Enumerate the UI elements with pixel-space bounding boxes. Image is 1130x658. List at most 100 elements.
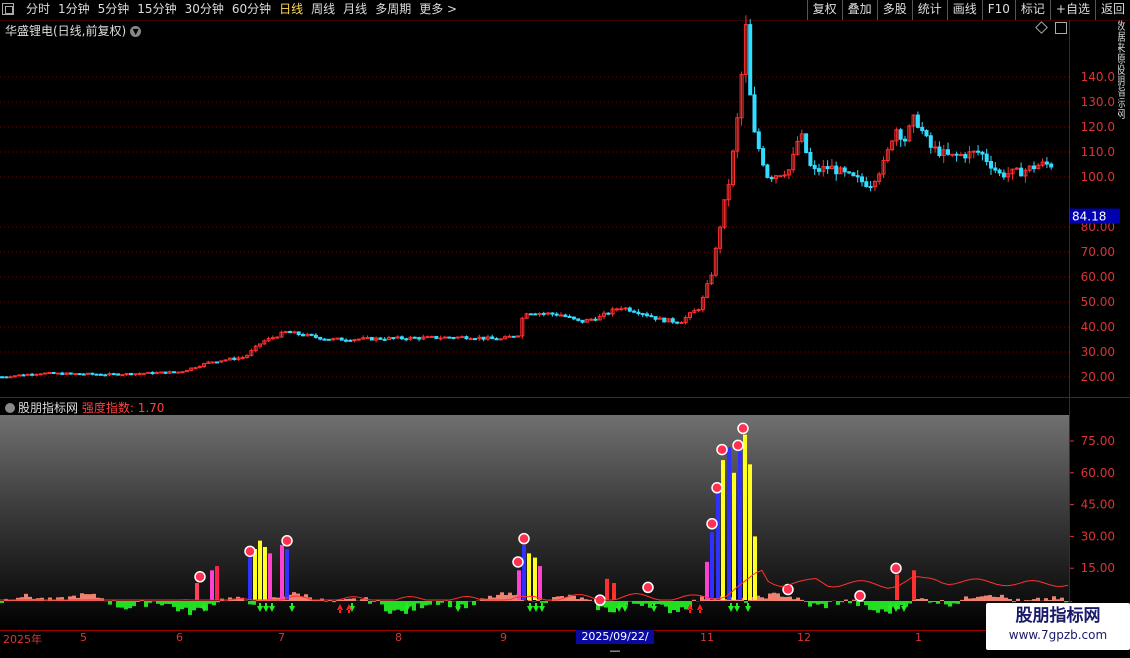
candle-body [529,314,532,315]
candle-body [48,373,51,374]
candle-body [461,337,464,338]
candle-body [826,167,829,169]
candle-body [964,155,967,158]
indicator-tick-label: 30.00 [1081,529,1115,543]
indicator-name: 股朋指标网 [18,401,78,415]
candle-body [104,375,107,376]
weakness-bar [836,601,840,605]
candle-body [1015,168,1018,169]
diamond-signal-icon [733,440,743,450]
candle-body [641,314,644,315]
candle-body [400,337,403,339]
candle-body [418,338,421,339]
candle-body [955,154,958,155]
strength-bar [764,599,768,601]
candle-body [138,374,141,375]
candle-body [869,187,872,188]
candle-body [904,139,907,141]
weakness-bar [864,601,868,605]
candle-body [426,337,429,338]
y-tick-label: 120.0 [1081,120,1115,134]
strength-bar [768,594,772,601]
candle-body [435,336,438,338]
strength-bar [1008,599,1012,601]
strength-bar [980,596,984,601]
candle-body [327,339,330,340]
weakness-bar [384,601,388,611]
candle-body [448,337,451,338]
weakness-bar [824,601,828,608]
weakness-bar [848,601,852,603]
strength-bar [1028,600,1032,601]
candle-body [783,175,786,176]
spike-bar [215,566,219,600]
spike-bar [527,553,531,600]
weakness-bar [160,601,164,605]
spike-bar [248,558,252,600]
spike-bar [705,562,709,600]
down-arrow-icon [289,603,295,612]
strength-bar [1060,598,1064,601]
candle-body [633,311,636,312]
weakness-bar [820,601,824,604]
down-arrow-icon [257,603,263,612]
candle-body [865,182,868,187]
candle-body [61,373,64,374]
strength-bar [1016,599,1020,601]
weakness-bar [212,601,216,605]
weakness-bar [816,601,820,605]
candle-body [284,331,287,332]
weakness-bar [1012,601,1016,602]
y-tick-label: 20.00 [1081,370,1115,384]
weakness-bar [428,601,432,605]
candle-body [276,337,279,338]
y-tick-label: 110.0 [1081,145,1115,159]
x-label: 5 [80,631,87,644]
strength-bar [316,600,320,601]
up-arrow-icon [697,604,703,613]
candle-body [151,372,154,373]
down-arrow-icon [728,603,734,612]
spike-bar [748,464,752,600]
weakness-bar [148,601,152,603]
weakness-bar [880,601,884,609]
candle-body [392,338,395,339]
pane-separator[interactable] [0,397,1130,398]
candle-body [216,362,219,363]
weakness-bar [168,601,172,604]
candle-body [779,176,782,177]
weakness-bar [408,601,412,606]
indicator-tick-label: 60.00 [1081,466,1115,480]
weakness-bar [628,601,632,602]
weakness-bar [372,601,376,602]
diamond-signal-icon [643,582,653,592]
chevron-down-icon[interactable] [5,403,15,413]
weakness-bar [952,601,956,603]
weakness-bar [216,601,220,602]
weakness-bar [868,601,872,610]
weakness-bar [812,601,816,603]
candle-body [482,337,485,339]
strength-bar [760,597,764,601]
spike-bar [710,532,714,600]
candle-body [805,134,808,153]
weakness-bar [664,601,668,607]
watermark-url: www.7gpzb.com [986,627,1130,644]
weakness-bar [416,601,420,603]
candle-body [998,170,1001,173]
diamond-signal-icon [738,423,748,433]
diamond-signal-icon [245,546,255,556]
candle-body [624,308,627,309]
candle-body [517,336,520,337]
spike-bar [753,536,757,600]
weakness-bar [840,601,844,602]
candle-body [568,317,571,318]
chart-canvas[interactable]: 140.0130.0120.0110.0100.080.0070.0060.00… [0,0,1130,650]
weakness-bar [440,601,444,603]
down-arrow-icon [533,603,539,612]
x-label: 12 [797,631,811,644]
candle-body [370,337,373,340]
y-tick-label: 140.0 [1081,70,1115,84]
weakness-bar [188,601,192,615]
weakness-bar [248,601,252,604]
